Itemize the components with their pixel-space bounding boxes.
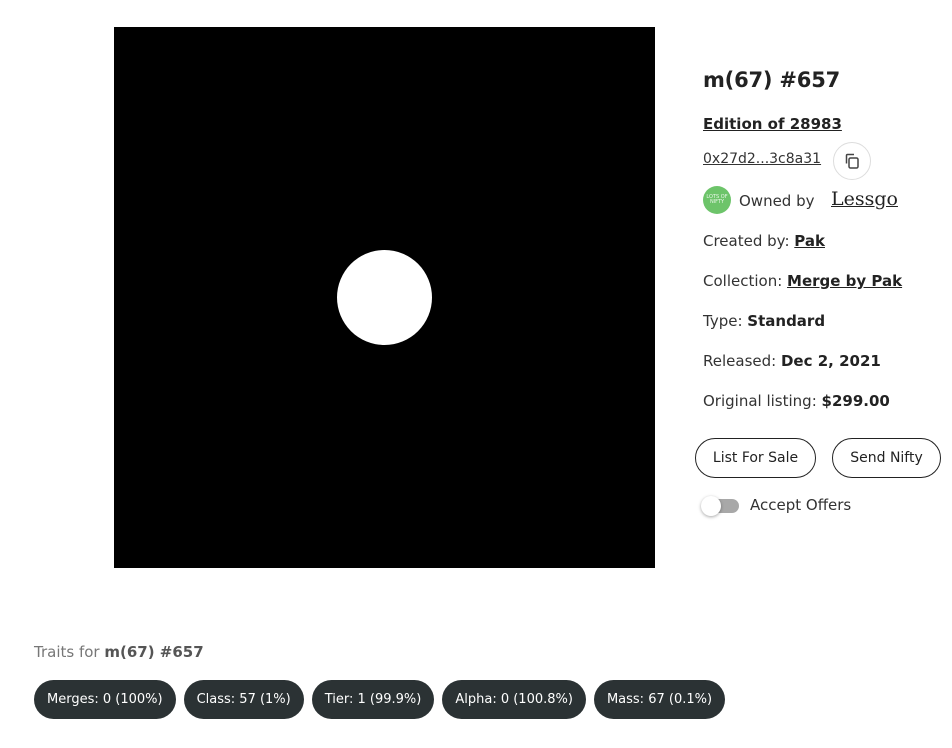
- send-nifty-button[interactable]: Send Nifty: [832, 438, 941, 478]
- nft-title: m(67) #657: [703, 68, 841, 92]
- traits-heading: Traits for m(67) #657: [34, 643, 204, 661]
- accept-offers-label: Accept Offers: [750, 496, 852, 514]
- original-listing-value: $299.00: [821, 392, 890, 410]
- type-value: Standard: [747, 312, 826, 330]
- trait-chip-mass[interactable]: Mass: 67 (0.1%): [593, 680, 726, 719]
- released-label: Released:: [703, 352, 777, 370]
- owner-row: LOTS OF NIFTY Owned by Lessgo: [703, 186, 952, 214]
- artwork-circle: [337, 250, 432, 345]
- trait-chip-alpha[interactable]: Alpha: 0 (100.8%): [442, 680, 586, 719]
- toggle-knob: [701, 496, 721, 516]
- trait-list: Merges: 0 (100%) Class: 57 (1%) Tier: 1 …: [34, 680, 726, 719]
- nft-artwork[interactable]: [114, 27, 655, 568]
- owner-name-link[interactable]: Lessgo: [831, 188, 898, 210]
- type-label: Type:: [703, 312, 743, 330]
- type-row: Type: Standard: [703, 312, 825, 330]
- original-listing-label: Original listing:: [703, 392, 817, 410]
- original-listing-row: Original listing: $299.00: [703, 392, 890, 410]
- trait-chip-merges[interactable]: Merges: 0 (100%): [34, 680, 176, 719]
- trait-chip-class[interactable]: Class: 57 (1%): [183, 680, 304, 719]
- traits-heading-name: m(67) #657: [104, 643, 204, 661]
- contract-address-link[interactable]: 0x27d2...3c8a31: [703, 151, 821, 167]
- trait-chip-tier[interactable]: Tier: 1 (99.9%): [311, 680, 435, 719]
- released-value: Dec 2, 2021: [780, 352, 881, 370]
- created-by-label: Created by:: [703, 232, 790, 250]
- collection-label: Collection:: [703, 272, 783, 290]
- traits-heading-prefix: Traits for: [34, 643, 100, 661]
- created-by-row: Created by: Pak: [703, 232, 825, 250]
- avatar-text: LOTS OF NIFTY: [706, 194, 728, 205]
- collection-row: Collection: Merge by Pak: [703, 272, 902, 290]
- accept-offers-toggle[interactable]: [701, 496, 739, 516]
- copy-icon: [845, 153, 859, 169]
- creator-link[interactable]: Pak: [794, 232, 825, 250]
- collection-link[interactable]: Merge by Pak: [787, 272, 902, 290]
- edition-link[interactable]: Edition of 28983: [703, 115, 842, 133]
- released-row: Released: Dec 2, 2021: [703, 352, 881, 370]
- copy-address-button[interactable]: [833, 142, 871, 180]
- owner-avatar[interactable]: LOTS OF NIFTY: [703, 186, 731, 214]
- list-for-sale-button[interactable]: List For Sale: [695, 438, 816, 478]
- owned-by-label: Owned by: [739, 192, 815, 210]
